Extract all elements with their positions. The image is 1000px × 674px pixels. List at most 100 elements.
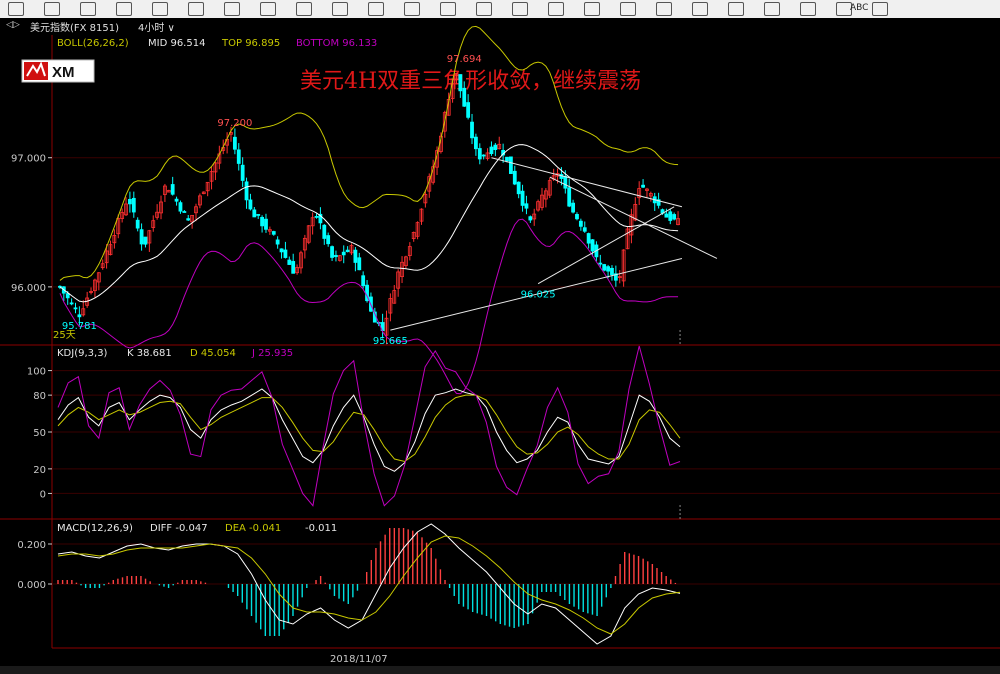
candle-body <box>582 227 587 232</box>
y-tick-label: 50 <box>33 428 46 439</box>
candle-body <box>69 302 74 305</box>
candle-body <box>353 249 358 263</box>
candle-body <box>462 87 467 107</box>
xm-logo-text: XM <box>52 64 75 81</box>
candle-body <box>477 148 482 160</box>
candle-body <box>275 239 280 245</box>
candle-body <box>664 213 669 218</box>
y-tick-label: 80 <box>33 391 46 402</box>
candle-body <box>139 229 144 245</box>
candle-body <box>470 121 474 139</box>
candle-body <box>672 214 677 220</box>
y-tick-label: 97.000 <box>11 154 46 165</box>
candle-body <box>128 199 132 205</box>
candle-body <box>240 164 245 181</box>
macd-legend: MACD(12,26,9) DIFF -0.047 DEA -0.041 -0.… <box>57 523 337 534</box>
y-tick-label: 20 <box>33 465 46 476</box>
candle-body <box>571 202 575 213</box>
candle-body <box>252 209 257 218</box>
candle-body <box>135 219 140 229</box>
candle-body <box>248 199 253 210</box>
chart-canvas: 97.000 96.000 100 80 50 20 0 0.200 0.000 XM 美元4H… <box>0 25 1000 665</box>
candle-body <box>606 266 610 272</box>
candles <box>58 72 680 345</box>
candle-body <box>334 254 338 258</box>
candle-body <box>466 102 471 118</box>
boll-top-label: TOP 96.895 <box>221 38 280 49</box>
candle-body <box>178 202 183 212</box>
candle-body <box>65 293 70 299</box>
candle-body <box>474 136 478 150</box>
candle-body <box>186 218 191 221</box>
plot-layer: 97.200 97.694 95.781 95.665 96.025 <box>57 25 718 645</box>
candle-body <box>330 246 334 258</box>
candle-body <box>641 184 645 188</box>
y-tick-label: 0.000 <box>17 580 46 591</box>
kdj-k-line <box>57 388 681 472</box>
candle-body <box>602 264 607 271</box>
candle-body <box>322 224 327 239</box>
y-tick-label: 0 <box>40 489 46 500</box>
candle-body <box>610 267 614 276</box>
macd-diff-label: DIFF -0.047 <box>150 523 208 534</box>
candle-body <box>489 146 494 155</box>
candle-body <box>143 236 148 245</box>
candle-body <box>131 197 136 213</box>
kdj-d-label: D 45.054 <box>190 348 236 359</box>
x-axis-date-label: 2018/11/07 <box>330 654 388 665</box>
candle-body <box>260 216 264 227</box>
boll-top-line <box>59 25 679 281</box>
candle-body <box>563 176 568 189</box>
chart-headline: 美元4H双重三角形收敛，继续震荡 <box>300 69 641 94</box>
price-annotation: 95.781 <box>62 321 97 332</box>
xm-logo: XM <box>21 59 95 83</box>
candle-body <box>575 214 579 220</box>
boll-mid-line <box>59 144 679 303</box>
macd-dea-label: DEA -0.041 <box>225 523 281 534</box>
trendline <box>549 176 718 259</box>
candle-body <box>77 314 82 318</box>
candle-body <box>524 203 529 209</box>
candle-body <box>578 220 583 227</box>
kdj-d-line <box>57 394 681 463</box>
candle-body <box>598 262 603 265</box>
y-tick-label: 96.000 <box>11 283 46 294</box>
boll-bottom-line <box>59 218 679 395</box>
candle-body <box>287 259 292 265</box>
macd-label: MACD(12,26,9) <box>57 523 133 534</box>
price-annotation: 97.200 <box>217 118 252 129</box>
candle-body <box>283 249 288 258</box>
candle-body <box>341 251 346 256</box>
trendline <box>537 206 675 285</box>
y-tick-label: 0.200 <box>17 540 46 551</box>
y-tick-label: 100 <box>27 367 46 378</box>
candle-body <box>586 233 591 244</box>
candle-body <box>481 154 486 157</box>
candle-body <box>182 211 187 213</box>
candle-body <box>528 216 533 221</box>
panel-frames: 97.000 96.000 100 80 50 20 0 0.200 0.000 <box>0 35 1000 649</box>
candle-body <box>516 181 521 195</box>
boll-mid-label: MID 96.514 <box>148 38 205 49</box>
macd-dea-line <box>57 535 681 635</box>
candle-body <box>73 307 78 310</box>
candle-body <box>170 184 175 195</box>
macd-value-label: -0.011 <box>305 523 337 534</box>
kdj-legend: KDJ(9,3,3) K 38.681 D 45.054 J 25.935 <box>57 348 293 359</box>
kdj-k-label: K 38.681 <box>127 348 172 359</box>
kdj-j-line <box>57 345 681 507</box>
kdj-j-label: J 25.935 <box>251 348 293 359</box>
candle-body <box>567 187 572 207</box>
candle-body <box>256 214 261 216</box>
candle-body <box>244 181 249 201</box>
price-annotation: 96.025 <box>521 290 556 301</box>
candle-body <box>264 218 268 230</box>
price-annotation: 95.665 <box>373 336 408 347</box>
price-annotation: 97.694 <box>447 54 482 65</box>
candle-body <box>345 249 350 253</box>
candle-body <box>520 190 525 206</box>
candle-body <box>505 156 509 162</box>
candle-body <box>357 257 362 271</box>
candle-body <box>590 239 595 252</box>
candle-body <box>668 211 673 221</box>
